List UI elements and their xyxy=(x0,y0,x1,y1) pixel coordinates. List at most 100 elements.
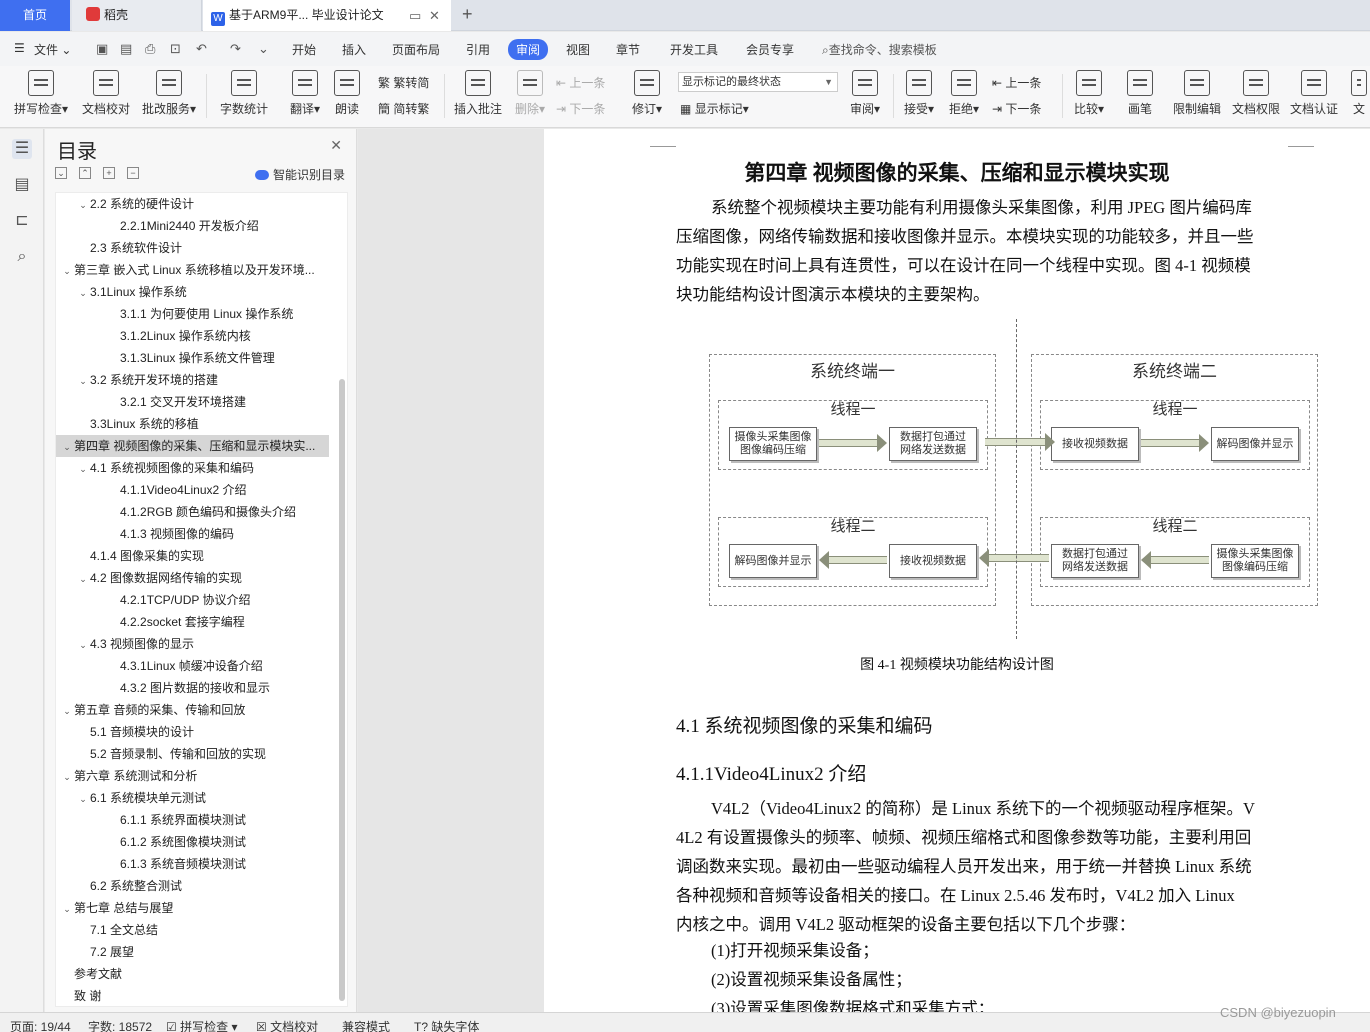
chevron-down-icon[interactable]: ⌄ xyxy=(60,700,74,721)
insert-comment-button[interactable]: 插入批注 xyxy=(452,70,504,117)
toc-item[interactable]: 2.2.1Mini2440 开发板介绍 xyxy=(56,215,329,237)
toc-item[interactable]: 2.3 系统软件设计 xyxy=(56,237,329,259)
print-preview-icon[interactable]: ⊡ xyxy=(170,41,181,57)
translate-button[interactable]: 翻译▾ xyxy=(286,70,324,117)
status-spell-check[interactable]: ☑ 拼写检查 ▾ xyxy=(166,1018,237,1032)
menu-view[interactable]: 视图 xyxy=(566,41,590,58)
proofread-button[interactable]: 文档校对 xyxy=(80,70,132,117)
toc-item[interactable]: 3.1.2Linux 操作系统内核 xyxy=(56,325,329,347)
next-change-button[interactable]: ⇥ 下一条 xyxy=(992,100,1041,117)
toc-item[interactable]: 3.1.3Linux 操作系统文件管理 xyxy=(56,347,329,369)
track-changes-button[interactable]: 修订▾ xyxy=(630,70,664,117)
print-icon[interactable]: ⎙ xyxy=(145,41,155,57)
menu-member[interactable]: 会员专享 xyxy=(746,41,794,58)
doc-certify-button[interactable]: 文档认证 xyxy=(1288,70,1340,117)
toc-item[interactable]: 7.2 展望 xyxy=(56,941,329,963)
toc-item[interactable]: 5.1 音频模块的设计 xyxy=(56,721,329,743)
toc-item[interactable]: ⌄ 第七章 总结与展望 xyxy=(56,897,329,919)
undo-icon[interactable]: ↶ xyxy=(196,41,207,57)
toc-item[interactable]: 6.2 系统整合测试 xyxy=(56,875,329,897)
smart-toc-button[interactable]: 智能识别目录 xyxy=(255,166,345,183)
chevron-down-icon[interactable]: ⌄ xyxy=(60,766,74,787)
collapse-all-icon[interactable]: ⌄ xyxy=(55,167,67,179)
menu-review[interactable]: 审阅 xyxy=(508,39,549,60)
toc-item[interactable]: ⌄ 第五章 音频的采集、传输和回放 xyxy=(56,699,329,721)
toc-item[interactable]: 4.3.2 图片数据的接收和显示 xyxy=(56,677,329,699)
close-icon[interactable]: ✕ xyxy=(330,137,342,154)
missing-font-button[interactable]: T? 缺失字体 xyxy=(414,1018,479,1032)
toc-item[interactable]: ⌄ 第三章 嵌入式 Linux 系统移植以及开发环境... xyxy=(56,259,329,281)
toc-item[interactable]: 5.2 音频录制、传输和回放的实现 xyxy=(56,743,329,765)
word-count-button[interactable]: 字数统计 xyxy=(218,70,270,117)
page-indicator[interactable]: 页面: 19/44 xyxy=(10,1018,71,1032)
toc-item[interactable]: 6.1.3 系统音频模块测试 xyxy=(56,853,329,875)
toc-item[interactable]: 4.1.4 图像采集的实现 xyxy=(56,545,329,567)
redo-icon[interactable]: ↷ xyxy=(230,41,241,57)
toc-item[interactable]: ⌄ 4.2 图像数据网络传输的实现 xyxy=(56,567,329,589)
chevron-down-icon[interactable]: ⌄ xyxy=(76,194,90,215)
markup-state-select[interactable]: 显示标记的最终状态 ▼ xyxy=(678,72,838,92)
export-icon[interactable]: ▤ xyxy=(120,41,132,57)
toc-item[interactable]: ⌄ 4.3 视频图像的显示 xyxy=(56,633,329,655)
hamburger-icon[interactable]: ☰ xyxy=(14,41,25,55)
tab-daoke[interactable]: 稻壳 xyxy=(72,0,202,31)
show-markup-button[interactable]: ▦ 显示标记▾ xyxy=(680,100,749,117)
toc-item[interactable]: 4.2.2socket 套接字编程 xyxy=(56,611,329,633)
menu-dev-tools[interactable]: 开发工具 xyxy=(670,41,718,58)
toc-item[interactable]: ⌄ 6.1 系统模块单元测试 xyxy=(56,787,329,809)
status-proofread[interactable]: ☒ 文档校对 xyxy=(256,1018,318,1032)
bookmark-icon[interactable]: ⊏ xyxy=(12,211,32,231)
toc-item[interactable]: 3.1.1 为何要使用 Linux 操作系统 xyxy=(56,303,329,325)
new-tab-icon[interactable]: + xyxy=(462,4,473,25)
toc-item[interactable]: 3.3Linux 系统的移植 xyxy=(56,413,329,435)
annotate-service-button[interactable]: 批改服务▾ xyxy=(140,70,198,117)
chevron-down-icon[interactable]: ⌄ xyxy=(60,260,74,281)
pen-button[interactable]: 画笔 xyxy=(1124,70,1156,117)
read-aloud-button[interactable]: 朗读 xyxy=(330,70,364,117)
menu-home[interactable]: 开始 xyxy=(292,41,316,58)
word-count-indicator[interactable]: 字数: 18572 xyxy=(88,1018,152,1032)
chevron-down-icon[interactable]: ⌄ xyxy=(76,634,90,655)
ribbon-overflow-button[interactable]: 文 xyxy=(1350,70,1368,117)
toc-item[interactable]: 3.2.1 交叉开发环境搭建 xyxy=(56,391,329,413)
toc-item[interactable]: ⌄ 3.2 系统开发环境的搭建 xyxy=(56,369,329,391)
toc-item[interactable]: 7.1 全文总结 xyxy=(56,919,329,941)
prev-comment-button[interactable]: ⇤ 上一条 xyxy=(556,74,605,91)
toc-item[interactable]: 4.1.3 视频图像的编码 xyxy=(56,523,329,545)
toc-item[interactable]: ⌄ 3.1Linux 操作系统 xyxy=(56,281,329,303)
tab-close-icon[interactable]: ✕ xyxy=(429,0,440,31)
toc-item[interactable]: ⌄ 4.1 系统视频图像的采集和编码 xyxy=(56,457,329,479)
chevron-down-icon[interactable]: ⌄ xyxy=(76,370,90,391)
menu-page-layout[interactable]: 页面布局 xyxy=(392,41,440,58)
toc-item[interactable]: ⌄ 第六章 系统测试和分析 xyxy=(56,765,329,787)
chevron-down-icon[interactable]: ⌄ xyxy=(76,458,90,479)
command-search[interactable]: ⌕查找命令、搜索模板 xyxy=(822,41,937,58)
menu-insert[interactable]: 插入 xyxy=(342,41,366,58)
chapter-nav-icon[interactable]: ▤ xyxy=(12,175,32,195)
quick-access-more-icon[interactable]: ⌄ xyxy=(258,41,269,57)
chevron-down-icon[interactable]: ⌄ xyxy=(60,898,74,919)
toc-item[interactable]: 4.1.2RGB 颜色编码和摄像头介绍 xyxy=(56,501,329,523)
toc-item[interactable]: 6.1.2 系统图像模块测试 xyxy=(56,831,329,853)
spell-check-button[interactable]: 拼写检查▾ xyxy=(10,70,72,117)
reject-button[interactable]: 拒绝▾ xyxy=(944,70,984,117)
menu-references[interactable]: 引用 xyxy=(466,41,490,58)
toc-scrollbar[interactable] xyxy=(339,379,345,1001)
expand-all-icon[interactable]: ⌃ xyxy=(79,167,91,179)
trad-to-simp-button[interactable]: 繁 繁转简 xyxy=(378,74,429,91)
tab-home[interactable]: 首页 xyxy=(0,0,70,31)
next-comment-button[interactable]: ⇥ 下一条 xyxy=(556,100,605,117)
compare-button[interactable]: 比较▾ xyxy=(1070,70,1108,117)
review-pane-button[interactable]: 审阅▾ xyxy=(846,70,884,117)
restrict-edit-button[interactable]: 限制编辑 xyxy=(1170,70,1224,117)
toc-item[interactable]: 4.2.1TCP/UDP 协议介绍 xyxy=(56,589,329,611)
toc-item[interactable]: 4.1.1Video4Linux2 介绍 xyxy=(56,479,329,501)
tab-detach-icon[interactable]: ▭ xyxy=(409,0,421,31)
toc-item[interactable]: 4.3.1Linux 帧缓冲设备介绍 xyxy=(56,655,329,677)
chevron-down-icon[interactable]: ⌄ xyxy=(76,282,90,303)
prev-change-button[interactable]: ⇤ 上一条 xyxy=(992,74,1041,91)
chevron-down-icon[interactable]: ⌄ xyxy=(76,568,90,589)
toc-item[interactable]: ⌄ 2.2 系统的硬件设计 xyxy=(56,193,329,215)
toc-item[interactable]: 致 谢 xyxy=(56,985,329,1006)
save-icon[interactable]: ▣ xyxy=(96,41,108,57)
